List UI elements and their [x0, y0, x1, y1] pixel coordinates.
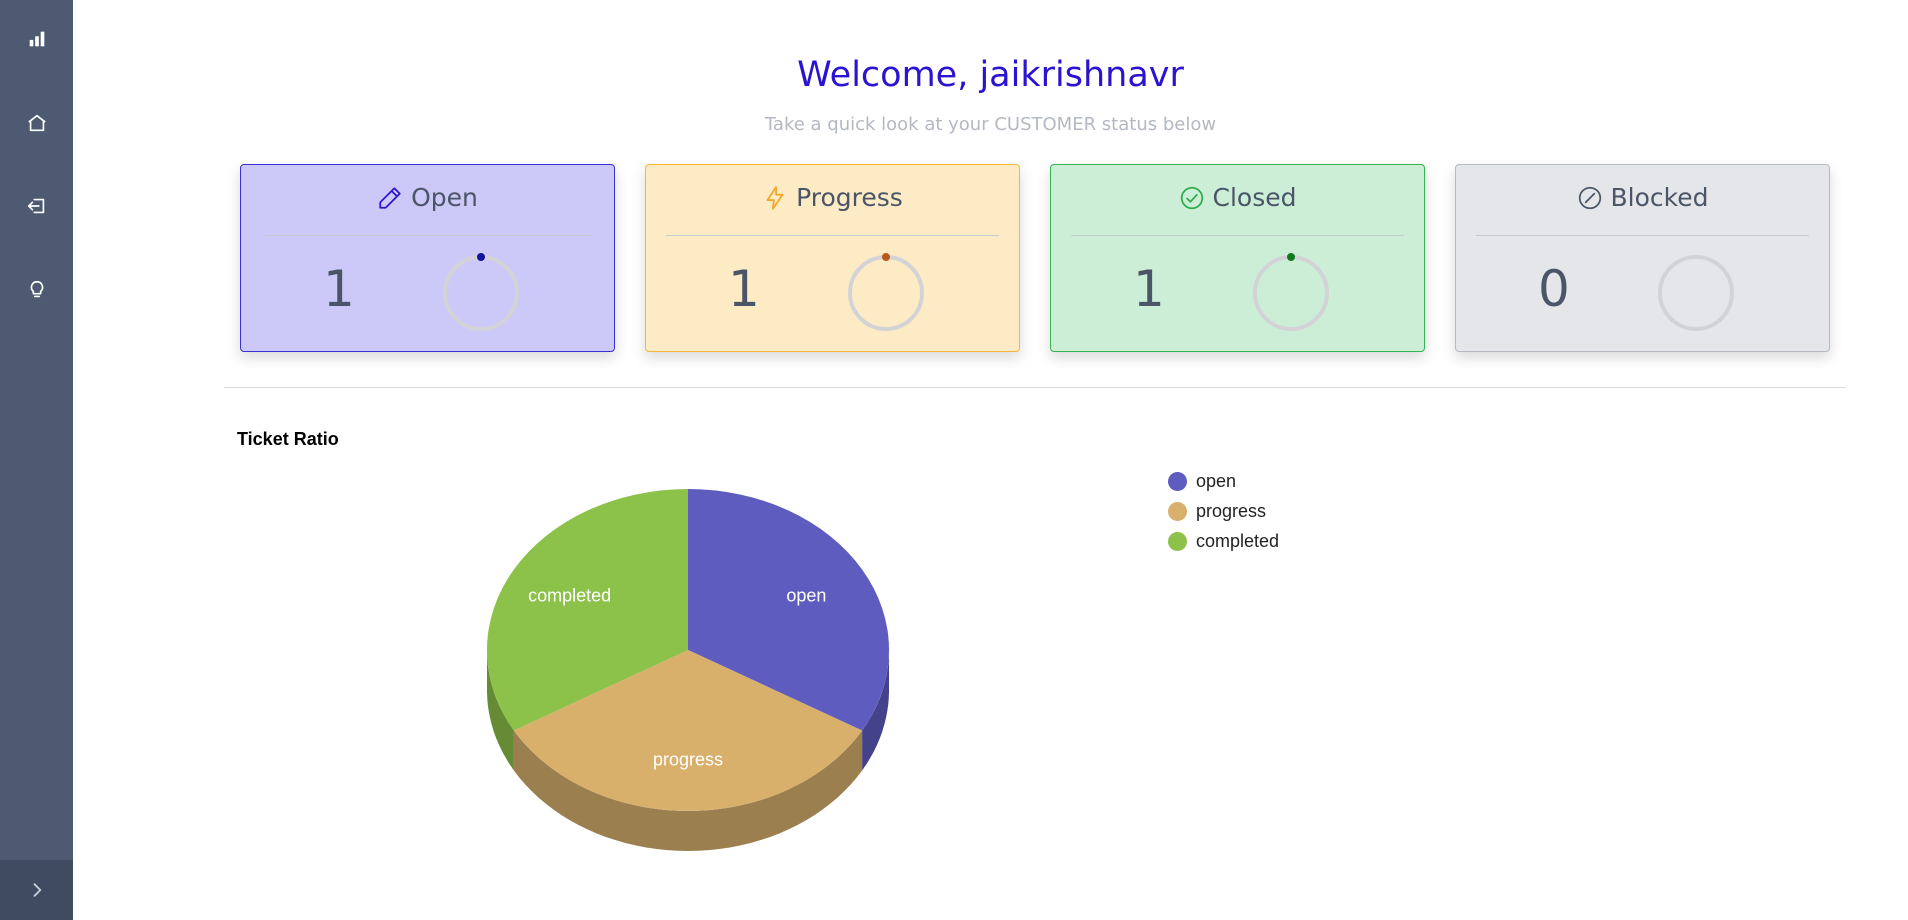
legend-label: open: [1196, 470, 1237, 491]
welcome-heading: Welcome, jaikrishnavr: [797, 55, 1184, 95]
card-label: Open: [411, 183, 478, 212]
welcome-subtitle: Take a quick look at your CUSTOMER statu…: [764, 114, 1217, 135]
card-label: Closed: [1212, 183, 1297, 212]
sidebar: [0, 0, 73, 920]
card-count: 1: [1133, 260, 1165, 318]
legend-swatch: [1168, 471, 1187, 491]
ticket-ratio-pie-chart: open progress completed: [486, 489, 890, 851]
card-divider: [1071, 235, 1404, 236]
chart-title: Ticket Ratio: [237, 429, 339, 449]
chevron-right-icon: [33, 883, 41, 897]
card-count: 1: [323, 260, 355, 318]
card-header: Blocked: [1456, 183, 1829, 212]
card-count: 1: [728, 260, 760, 318]
chart-legend: open progress completed: [1168, 466, 1279, 556]
card-count: 0: [1538, 260, 1570, 318]
logout-icon: [27, 198, 44, 214]
status-card-progress[interactable]: Progress 1: [645, 164, 1020, 352]
legend-swatch: [1168, 501, 1187, 521]
status-ring: [848, 253, 924, 331]
card-header: Open: [241, 183, 614, 212]
legend-item-progress[interactable]: progress: [1168, 496, 1279, 526]
sidebar-item-logout[interactable]: [0, 176, 73, 236]
pencil-icon: [379, 186, 401, 209]
sidebar-item-dashboard[interactable]: [0, 9, 73, 69]
card-label: Progress: [796, 183, 903, 212]
ring-dot: [882, 253, 890, 261]
card-label: Blocked: [1610, 183, 1709, 212]
legend-swatch: [1168, 531, 1187, 551]
ring-dot: [477, 253, 485, 261]
status-card-open[interactable]: Open 1: [240, 164, 615, 352]
status-ring: [1658, 255, 1734, 331]
card-divider: [666, 235, 999, 236]
card-header: Closed: [1051, 183, 1424, 212]
sidebar-item-home[interactable]: [0, 93, 73, 153]
status-ring: [443, 253, 519, 331]
pie-label-completed: completed: [528, 585, 611, 605]
legend-item-open[interactable]: open: [1168, 466, 1279, 496]
section-divider: [224, 387, 1846, 388]
check-circle-icon: [1180, 186, 1203, 209]
lightbulb-icon: [30, 280, 43, 298]
legend-label: progress: [1196, 500, 1267, 521]
card-header: Progress: [646, 183, 1019, 212]
slash-circle-icon: [1578, 186, 1601, 209]
card-divider: [261, 235, 594, 236]
status-ring: [1253, 253, 1329, 331]
home-icon: [27, 114, 46, 132]
legend-item-completed[interactable]: completed: [1168, 526, 1279, 556]
pie-label-open: open: [786, 585, 826, 605]
card-divider: [1476, 235, 1809, 236]
status-card-blocked[interactable]: Blocked 0: [1455, 164, 1830, 352]
status-card-closed[interactable]: Closed 1: [1050, 164, 1425, 352]
ring-dot: [1287, 253, 1295, 261]
pie-label-progress: progress: [653, 750, 723, 770]
sidebar-toggle-button[interactable]: [0, 860, 73, 920]
legend-label: completed: [1196, 530, 1280, 551]
sidebar-item-ideas[interactable]: [0, 260, 73, 320]
lightning-icon: [766, 185, 784, 210]
bar-chart-icon: [29, 31, 44, 47]
